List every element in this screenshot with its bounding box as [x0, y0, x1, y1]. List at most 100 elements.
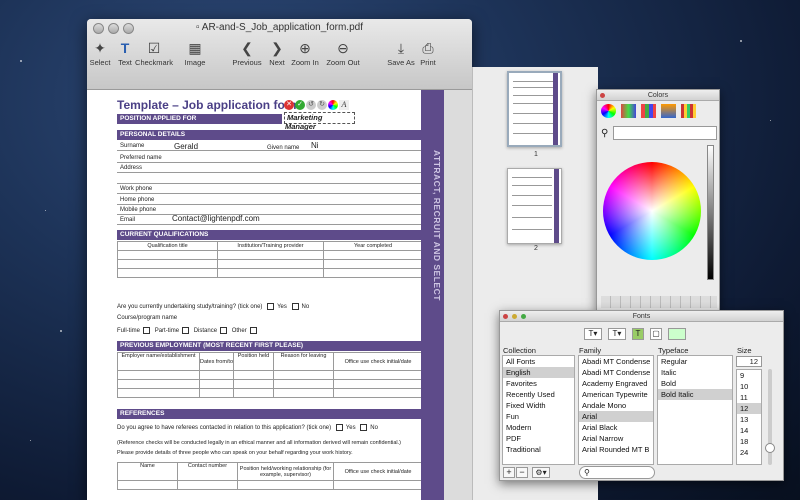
table-cell[interactable] — [323, 268, 423, 278]
table-cell[interactable] — [333, 388, 423, 398]
parttime-checkbox[interactable] — [182, 327, 190, 334]
study-yes-checkbox[interactable] — [267, 303, 275, 310]
print-button[interactable]: ⎙ Print — [411, 39, 445, 68]
other-checkbox[interactable] — [249, 327, 257, 334]
underline-dropdown[interactable]: T▾ — [584, 328, 602, 340]
table-cell[interactable] — [217, 268, 324, 278]
table-cell[interactable] — [117, 370, 200, 380]
family-item[interactable]: Andale Mono — [579, 400, 653, 411]
family-list[interactable]: Abadi MT Condense Abadi MT Condense Acad… — [578, 355, 654, 465]
color-swatch-bar[interactable] — [601, 296, 717, 308]
table-cell[interactable] — [273, 370, 334, 380]
color-wheel-mode-icon[interactable] — [601, 104, 616, 118]
size-item[interactable]: 11 — [737, 392, 761, 403]
position-text-box[interactable]: Marketing Manager — [284, 112, 355, 131]
size-item[interactable]: 18 — [737, 436, 761, 447]
zoom-panel-icon[interactable] — [521, 314, 526, 319]
collection-item[interactable]: Modern — [503, 422, 574, 433]
table-cell[interactable] — [117, 268, 218, 278]
table-cell[interactable] — [233, 379, 274, 389]
size-item[interactable]: 10 — [737, 381, 761, 392]
table-cell[interactable] — [237, 480, 334, 490]
given-name-value[interactable]: Ni — [311, 141, 319, 150]
color-wheel[interactable] — [603, 162, 701, 260]
table-cell[interactable] — [217, 250, 324, 260]
action-menu-button[interactable]: ⚙▾ — [532, 467, 550, 478]
size-item[interactable]: 9 — [737, 370, 761, 381]
shadow-button[interactable] — [668, 328, 686, 340]
family-item[interactable]: Arial Narrow — [579, 433, 653, 444]
image-palettes-mode-icon[interactable] — [661, 104, 676, 118]
zoom-in-button[interactable]: ⊕ Zoom In — [288, 39, 322, 68]
family-item[interactable]: Arial Black — [579, 422, 653, 433]
table-cell[interactable] — [233, 370, 274, 380]
add-collection-button[interactable]: + — [503, 467, 515, 478]
page-thumbnail-1[interactable] — [507, 71, 562, 147]
strikethrough-dropdown[interactable]: T▾ — [608, 328, 626, 340]
typeface-item[interactable]: Bold — [658, 378, 732, 389]
close-panel-icon[interactable] — [600, 93, 605, 98]
page-thumbnail-2[interactable] — [507, 168, 562, 244]
collection-item[interactable]: Fixed Width — [503, 400, 574, 411]
study-no-checkbox[interactable] — [291, 303, 299, 310]
table-cell[interactable] — [333, 379, 423, 389]
size-input[interactable]: 12 — [736, 356, 762, 367]
family-item[interactable]: Abadi MT Condense — [579, 367, 653, 378]
previous-page-button[interactable]: ❮ Previous — [230, 39, 264, 68]
family-item[interactable]: American Typewrite — [579, 389, 653, 400]
typeface-item[interactable]: Regular — [658, 356, 732, 367]
remove-collection-button[interactable]: − — [516, 467, 528, 478]
table-cell[interactable] — [333, 480, 423, 490]
table-cell[interactable] — [117, 480, 178, 490]
size-list[interactable]: 9 10 11 12 13 14 18 24 — [736, 369, 762, 465]
color-icon[interactable] — [328, 100, 338, 110]
ref-yes-checkbox[interactable] — [335, 424, 343, 431]
collection-item[interactable]: PDF — [503, 433, 574, 444]
collection-item[interactable]: Favorites — [503, 378, 574, 389]
confirm-icon[interactable]: ✓ — [295, 100, 305, 110]
size-item[interactable]: 24 — [737, 447, 761, 458]
brightness-slider[interactable] — [707, 145, 714, 280]
family-item[interactable]: Arial — [579, 411, 653, 422]
crayons-mode-icon[interactable] — [681, 104, 696, 118]
table-cell[interactable] — [117, 379, 200, 389]
fulltime-checkbox[interactable] — [143, 327, 151, 334]
distance-checkbox[interactable] — [220, 327, 228, 334]
undo-icon[interactable]: ↺ — [306, 100, 316, 110]
email-value[interactable]: Contact@lightenpdf.com — [172, 214, 260, 223]
typeface-item[interactable]: Bold Italic — [658, 389, 732, 400]
size-item[interactable]: 14 — [737, 425, 761, 436]
collection-item[interactable]: All Fonts — [503, 356, 574, 367]
size-item[interactable]: 12 — [737, 403, 761, 414]
delete-icon[interactable]: ✕ — [284, 100, 294, 110]
collection-item[interactable]: English — [503, 367, 574, 378]
typeface-list[interactable]: Regular Italic Bold Bold Italic — [657, 355, 733, 465]
font-icon[interactable]: A — [339, 100, 349, 110]
typeface-item[interactable]: Italic — [658, 367, 732, 378]
color-sliders-mode-icon[interactable] — [621, 104, 636, 118]
magnifier-icon[interactable]: ⚲ — [601, 128, 608, 139]
pdf-page[interactable]: Template – Job application form POSITION… — [87, 90, 472, 500]
table-cell[interactable] — [117, 259, 218, 269]
table-cell[interactable] — [117, 388, 200, 398]
zoom-out-button[interactable]: ⊖ Zoom Out — [326, 39, 360, 68]
image-tool-button[interactable]: ▦ Image — [178, 39, 212, 68]
annotation-toolbar[interactable]: ✕ ✓ ↺ ↻ A — [284, 100, 349, 110]
table-cell[interactable] — [217, 259, 324, 269]
table-cell[interactable] — [323, 259, 423, 269]
redo-icon[interactable]: ↻ — [317, 100, 327, 110]
table-cell[interactable] — [177, 480, 238, 490]
table-cell[interactable] — [323, 250, 423, 260]
collection-item[interactable]: Traditional — [503, 444, 574, 455]
close-panel-icon[interactable] — [503, 314, 508, 319]
table-cell[interactable] — [199, 388, 234, 398]
color-search-field[interactable] — [613, 126, 717, 140]
family-item[interactable]: Arial Rounded MT B — [579, 444, 653, 455]
table-cell[interactable] — [117, 250, 218, 260]
size-item[interactable]: 13 — [737, 414, 761, 425]
size-slider-knob[interactable] — [765, 443, 775, 453]
surname-value[interactable]: Gerald — [174, 142, 198, 151]
ref-no-checkbox[interactable] — [360, 424, 368, 431]
document-color-button[interactable]: ▢ — [650, 328, 662, 340]
table-cell[interactable] — [199, 370, 234, 380]
